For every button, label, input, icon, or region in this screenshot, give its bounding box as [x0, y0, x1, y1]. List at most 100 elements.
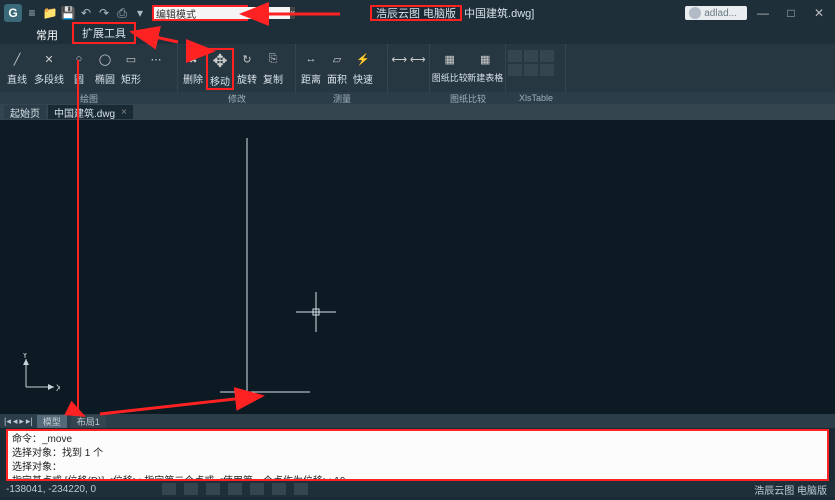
line-icon: ╱	[7, 48, 27, 70]
tool-rect[interactable]: ▭矩形	[118, 48, 144, 86]
win-max-button[interactable]: □	[779, 5, 803, 21]
quick-icon: ⚡	[353, 48, 373, 70]
group-label-draw: 绘图	[0, 92, 178, 104]
tool-compare[interactable]: ▦图纸比较	[432, 48, 468, 84]
tool-rotate[interactable]: ↻旋转	[234, 48, 260, 86]
status-coords: -138041, -234220, 0	[0, 484, 102, 495]
svg-text:X: X	[56, 383, 60, 393]
tab-common[interactable]: 常用	[28, 26, 66, 44]
layout-tabs: |◂ ◂ ▸ ▸| 模型 布局1	[0, 414, 835, 428]
newtable-icon: ▦	[475, 48, 495, 70]
ribbon: ╱直线 ✕多段线 ○圆 ◯椭圆 ▭矩形 ⋯ ✖删除 ✥移动 ↻旋转 ⎘复制 ↔距…	[0, 44, 835, 92]
layout-first-icon[interactable]: |◂	[4, 416, 11, 427]
doctab-active-label: 中国建筑.dwg	[54, 105, 115, 120]
move-icon: ✥	[210, 50, 230, 72]
user-badge[interactable]: adlad...	[685, 6, 747, 20]
search-box: ×	[152, 5, 248, 21]
avatar-icon	[689, 7, 701, 19]
drawing-canvas[interactable]: X Y	[0, 120, 835, 414]
menu-tabs: 常用 扩展工具	[0, 26, 835, 44]
app-name: 浩辰云图 电脑版	[370, 5, 462, 21]
tool-copy[interactable]: ⎘复制	[260, 48, 286, 86]
tool-newtable-label: 新建表格	[467, 71, 503, 84]
status-bar: -138041, -234220, 0 浩辰云图 电脑版	[0, 481, 835, 497]
ext-tool-1[interactable]	[508, 50, 522, 62]
cmd-line-2: 选择对象：找到 1 个	[12, 447, 823, 461]
qat-redo-icon[interactable]: ↷	[96, 5, 112, 21]
tool-circle-label: 圆	[74, 71, 84, 86]
cmd-line-1: 命令：_move	[12, 433, 823, 447]
command-window[interactable]: 命令：_move 选择对象：找到 1 个 选择对象： 指定基点或 [位移(D)]…	[6, 429, 829, 481]
qat-more-icon[interactable]: ▾	[132, 5, 148, 21]
qat-print-icon[interactable]: ⎙	[114, 5, 130, 21]
tool-compare-label: 图纸比较	[432, 71, 468, 84]
ext-tool-3[interactable]	[540, 50, 554, 62]
win-close-button[interactable]: ✕	[807, 5, 831, 21]
copy-icon: ⎘	[263, 48, 283, 70]
status-icon-7[interactable]	[294, 483, 308, 495]
tool-polyline[interactable]: ✕多段线	[32, 48, 66, 86]
rotate-icon: ↻	[237, 48, 257, 70]
tool-delete[interactable]: ✖删除	[180, 48, 206, 86]
qat-undo-icon[interactable]: ↶	[78, 5, 94, 21]
search-input[interactable]	[154, 7, 290, 19]
tool-line-label: 直线	[7, 71, 27, 86]
qat-open-icon[interactable]: 📁	[42, 5, 58, 21]
layout-last-icon[interactable]: ▸|	[26, 416, 33, 427]
search-clear-icon[interactable]: ×	[290, 7, 295, 19]
tool-dist-label: 距离	[301, 71, 321, 86]
tool-ellipse[interactable]: ◯椭圆	[92, 48, 118, 86]
ext-tool-2[interactable]	[524, 50, 538, 62]
doctab-close-icon[interactable]: ×	[121, 107, 127, 118]
group-label-xtab: XlsTable	[506, 92, 566, 104]
tool-newtable[interactable]: ▦新建表格	[468, 48, 504, 84]
group-label-annot	[388, 92, 430, 104]
tab-extend-tools[interactable]: 扩展工具	[72, 22, 136, 44]
ext-tool-4[interactable]	[508, 64, 522, 76]
tool-area[interactable]: ▱面积	[324, 48, 350, 86]
circle-icon: ○	[69, 48, 89, 70]
tool-dist[interactable]: ↔距离	[298, 48, 324, 86]
status-icon-6[interactable]	[272, 483, 286, 495]
status-icon-2[interactable]	[184, 483, 198, 495]
status-icon-1[interactable]	[162, 483, 176, 495]
tool-circle[interactable]: ○圆	[66, 48, 92, 86]
tool-dim2[interactable]: ⟷	[409, 48, 428, 70]
status-icon-3[interactable]	[206, 483, 220, 495]
layout-next-icon[interactable]: ▸	[19, 416, 24, 427]
compare-icon: ▦	[440, 48, 460, 70]
svg-text:Y: Y	[22, 353, 28, 360]
tool-copy-label: 复制	[263, 71, 283, 86]
tool-line[interactable]: ╱直线	[2, 48, 32, 86]
win-min-button[interactable]: —	[751, 5, 775, 21]
ellipse-icon: ◯	[95, 48, 115, 70]
tool-delete-label: 删除	[183, 71, 203, 86]
layout-model-tab[interactable]: 模型	[37, 415, 67, 428]
tool-move[interactable]: ✥移动	[206, 48, 234, 90]
polyline-icon: ✕	[39, 48, 59, 70]
group-label-compare: 图纸比较	[430, 92, 506, 104]
layout-1-tab[interactable]: 布局1	[71, 415, 106, 428]
app-logo[interactable]: G	[4, 4, 22, 22]
tool-more-draw[interactable]: ⋯	[144, 48, 168, 70]
status-brand: 浩辰云图 电脑版	[746, 482, 835, 497]
tool-move-label: 移动	[210, 73, 230, 88]
dim-icon: ⟷	[389, 48, 409, 70]
doctab-active[interactable]: 中国建筑.dwg ×	[48, 105, 133, 119]
status-icon-4[interactable]	[228, 483, 242, 495]
group-label-modify: 修改	[178, 92, 296, 104]
layout-prev-icon[interactable]: ◂	[13, 416, 18, 427]
status-icon-5[interactable]	[250, 483, 264, 495]
qat-menu-icon[interactable]: ≡	[24, 5, 40, 21]
tool-quick[interactable]: ⚡快速	[350, 48, 376, 86]
doctab-start[interactable]: 起始页	[4, 105, 46, 119]
ext-tool-6[interactable]	[540, 64, 554, 76]
tool-ellipse-label: 椭圆	[95, 71, 115, 86]
qat-save-icon[interactable]: 💾	[60, 5, 76, 21]
tool-dim1[interactable]: ⟷	[390, 48, 409, 70]
doc-tabs: 起始页 中国建筑.dwg ×	[0, 104, 835, 120]
ext-tool-5[interactable]	[524, 64, 538, 76]
area-icon: ▱	[327, 48, 347, 70]
tool-rect-label: 矩形	[121, 71, 141, 86]
ucs-icon: X Y	[20, 353, 60, 396]
